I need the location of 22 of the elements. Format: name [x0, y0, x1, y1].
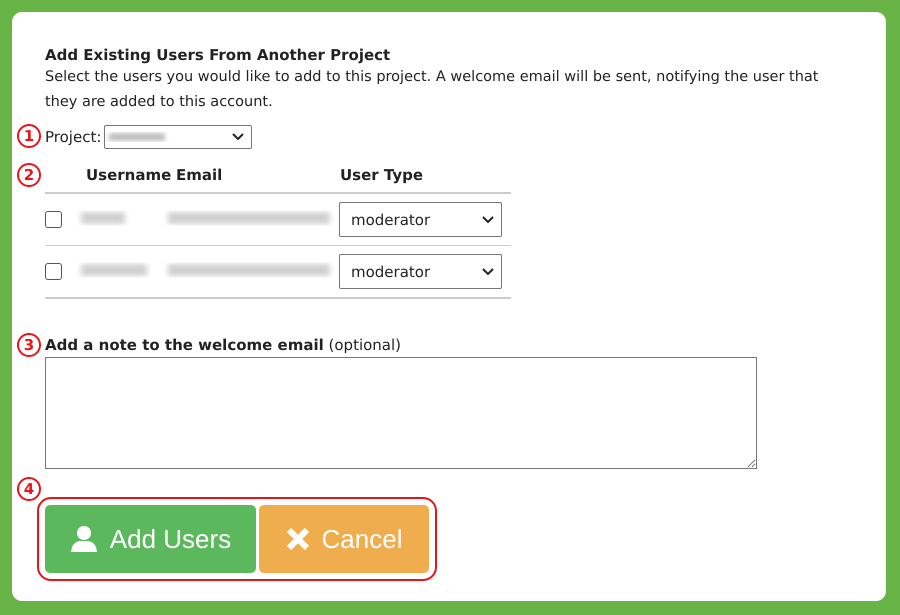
close-icon: [286, 527, 310, 551]
note-label: Add a note to the welcome email (optional): [45, 336, 402, 354]
chevron-down-icon: [231, 132, 246, 142]
description-text: Select the users you would like to add to this project. A welcome email will be sent, notifying the user that they are added to this account.: [45, 68, 820, 112]
column-header: User Type: [340, 166, 424, 184]
chevron-down-icon: [481, 266, 495, 276]
user-type-dropdown[interactable]: moderator: [339, 202, 502, 237]
callout-number: 4: [17, 477, 41, 501]
callout-number: 1: [17, 124, 41, 148]
column-header: Username: [85, 166, 172, 184]
user-icon: [70, 525, 98, 553]
user-type-dropdown[interactable]: moderator: [339, 254, 502, 289]
section-title: Add Existing Users From Another Project: [45, 46, 392, 64]
chevron-down-icon: [481, 214, 495, 224]
column-header: Email: [176, 166, 224, 184]
callout-number: 2: [17, 163, 41, 187]
project-dropdown[interactable]: [104, 125, 252, 149]
note-textarea[interactable]: [45, 357, 757, 469]
row-checkbox[interactable]: [45, 263, 62, 280]
project-label: Project:: [45, 128, 102, 146]
callout-number: 3: [17, 333, 41, 357]
row-checkbox[interactable]: [45, 211, 62, 228]
